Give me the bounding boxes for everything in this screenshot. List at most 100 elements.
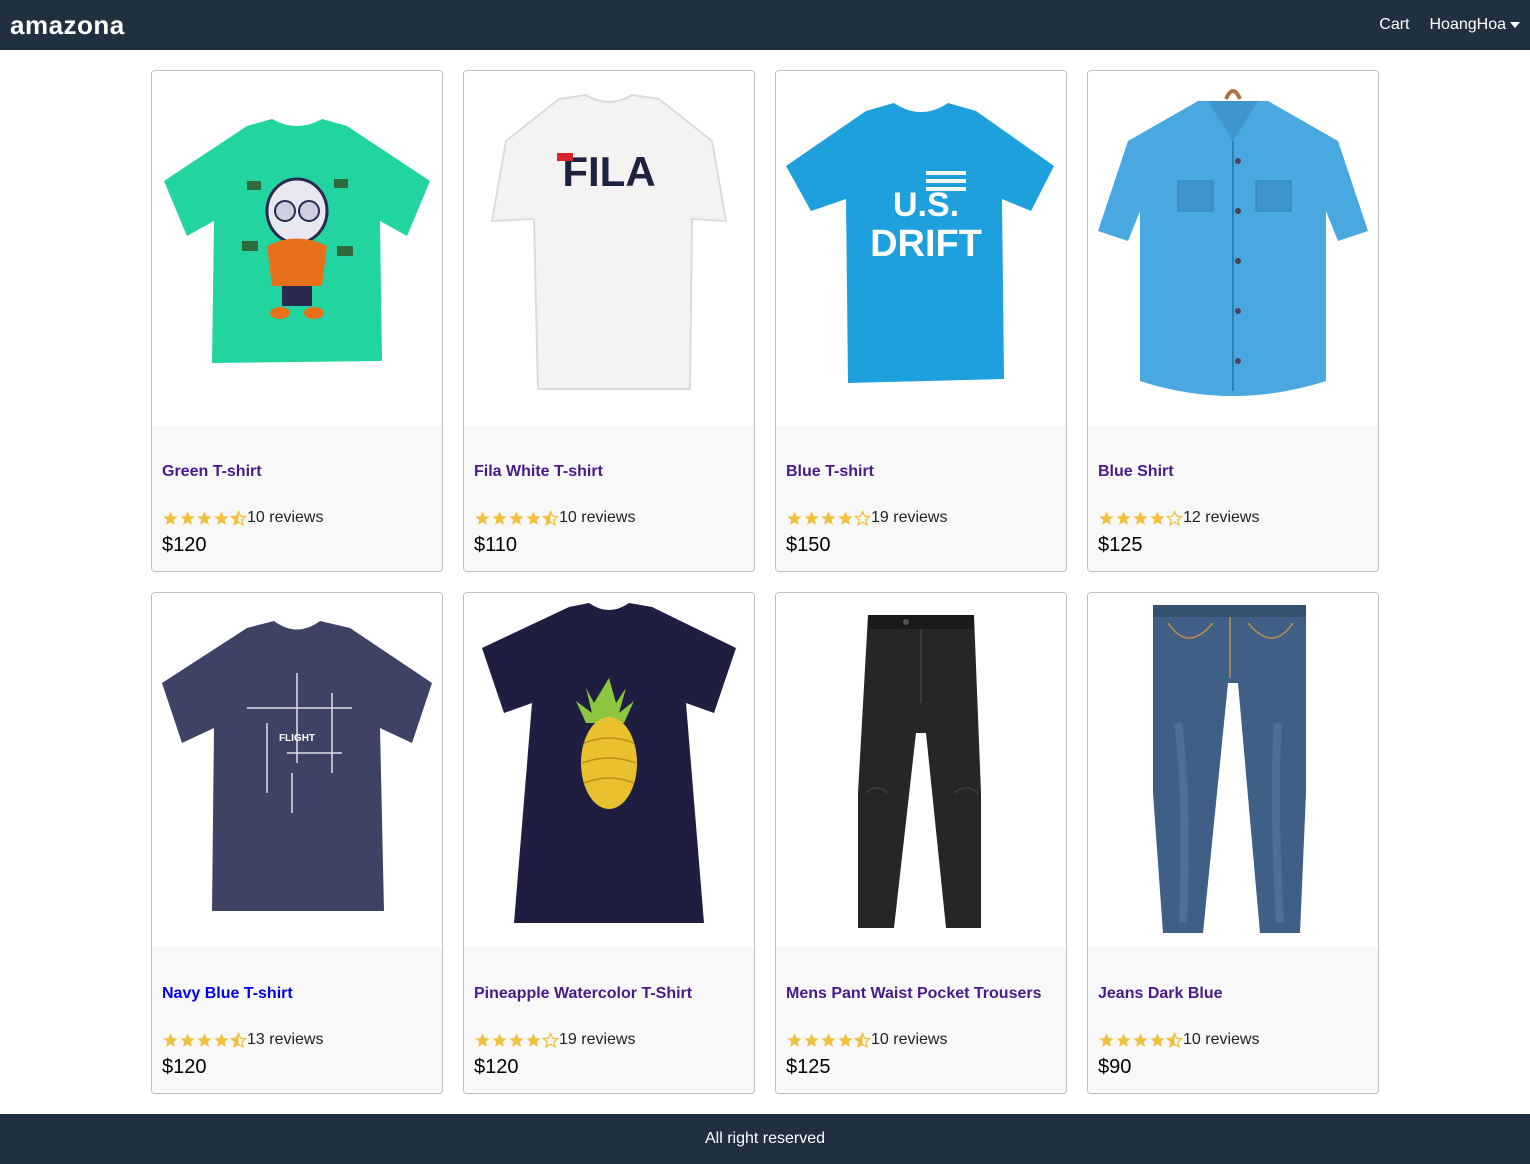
- star-full-icon: [838, 1032, 853, 1047]
- star-full-icon: [163, 510, 178, 525]
- rating-stars: [1098, 1031, 1183, 1049]
- rating-stars: [474, 1031, 559, 1049]
- product-card: FLIGHT Navy Blue T-shirt 13 reviews $120: [151, 592, 443, 1094]
- product-image-green-tshirt[interactable]: [152, 71, 442, 425]
- product-rating: 10 reviews: [162, 508, 432, 528]
- star-full-icon: [787, 510, 802, 525]
- star-full-icon: [214, 510, 229, 525]
- product-name-link[interactable]: Jeans Dark Blue: [1098, 985, 1368, 1005]
- star-empty-icon: [854, 509, 871, 526]
- user-menu-dropdown[interactable]: HoangHoa: [1430, 16, 1520, 34]
- product-price: $110: [474, 534, 518, 556]
- product-card: U.S. DRIFT Blue T-shirt 19 reviews $150: [775, 70, 1067, 572]
- product-rating: 19 reviews: [786, 508, 1056, 528]
- product-image-black-trousers[interactable]: [776, 593, 1066, 947]
- product-image-blue-shirt[interactable]: [1088, 71, 1378, 425]
- star-full-icon: [163, 1032, 178, 1047]
- product-price: $120: [162, 534, 207, 556]
- star-full-icon: [821, 510, 836, 525]
- star-full-icon: [1150, 1032, 1165, 1047]
- rating-stars: [162, 1031, 247, 1049]
- star-full-icon: [475, 1032, 490, 1047]
- star-full-icon: [1133, 510, 1148, 525]
- product-image-pineapple-tshirt[interactable]: [464, 593, 754, 947]
- star-full-icon: [475, 510, 490, 525]
- product-price: $125: [1098, 534, 1143, 556]
- footer: All right reserved: [0, 1114, 1530, 1164]
- product-image-fila-white-tshirt[interactable]: FILA: [464, 71, 754, 425]
- star-full-icon: [492, 510, 507, 525]
- star-full-icon: [214, 1032, 229, 1047]
- product-rating: 10 reviews: [786, 1030, 1056, 1050]
- star-empty-icon: [542, 1031, 559, 1048]
- caret-down-icon: [1510, 22, 1520, 28]
- star-full-icon: [821, 1032, 836, 1047]
- product-rating: 19 reviews: [474, 1030, 744, 1050]
- product-price: $125: [786, 1056, 831, 1078]
- svg-text:U.S.: U.S.: [893, 186, 959, 224]
- star-full-icon: [180, 510, 195, 525]
- star-half-icon: [230, 1031, 247, 1048]
- star-full-icon: [1099, 1032, 1114, 1047]
- reviews-count: 13 reviews: [247, 1031, 324, 1048]
- product-name-link[interactable]: Navy Blue T-shirt: [162, 985, 432, 1005]
- product-card: Mens Pant Waist Pocket Trousers 10 revie…: [775, 592, 1067, 1094]
- product-rating: 13 reviews: [162, 1030, 432, 1050]
- reviews-count: 19 reviews: [871, 509, 948, 526]
- reviews-count: 12 reviews: [1183, 509, 1260, 526]
- star-full-icon: [509, 510, 524, 525]
- product-card: Pineapple Watercolor T-Shirt 19 reviews …: [463, 592, 755, 1094]
- reviews-count: 10 reviews: [247, 509, 324, 526]
- rating-stars: [1098, 509, 1183, 527]
- product-card: FILA Fila White T-shirt 10 reviews $110: [463, 70, 755, 572]
- product-name-link[interactable]: Blue Shirt: [1098, 463, 1368, 483]
- product-price: $120: [162, 1056, 207, 1078]
- star-full-icon: [1099, 510, 1114, 525]
- star-half-icon: [1166, 1031, 1183, 1048]
- rating-stars: [474, 509, 559, 527]
- product-name-link[interactable]: Fila White T-shirt: [474, 463, 744, 483]
- product-card: Blue Shirt 12 reviews $125: [1087, 70, 1379, 572]
- product-grid: Green T-shirt 10 reviews $120 FILA Fila …: [151, 70, 1379, 1094]
- reviews-count: 10 reviews: [871, 1031, 948, 1048]
- reviews-count: 10 reviews: [1183, 1031, 1260, 1048]
- product-rating: 12 reviews: [1098, 508, 1368, 528]
- product-name-link[interactable]: Mens Pant Waist Pocket Trousers: [786, 985, 1056, 1005]
- product-card: Jeans Dark Blue 10 reviews $90: [1087, 592, 1379, 1094]
- star-half-icon: [230, 509, 247, 526]
- rating-stars: [786, 1031, 871, 1049]
- star-full-icon: [1150, 510, 1165, 525]
- product-price: $150: [786, 534, 831, 556]
- svg-text:FILA: FILA: [562, 148, 655, 195]
- star-full-icon: [509, 1032, 524, 1047]
- header: amazona Cart HoangHoa: [0, 0, 1530, 50]
- header-nav: Cart HoangHoa: [1379, 16, 1520, 34]
- star-full-icon: [526, 1032, 541, 1047]
- star-full-icon: [492, 1032, 507, 1047]
- product-name-link[interactable]: Green T-shirt: [162, 463, 432, 483]
- star-full-icon: [1116, 1032, 1131, 1047]
- product-rating: 10 reviews: [474, 508, 744, 528]
- product-image-navy-tshirt[interactable]: FLIGHT: [152, 593, 442, 947]
- reviews-count: 10 reviews: [559, 509, 636, 526]
- reviews-count: 19 reviews: [559, 1031, 636, 1048]
- star-full-icon: [804, 510, 819, 525]
- product-image-blue-jeans[interactable]: [1088, 593, 1378, 947]
- star-full-icon: [526, 510, 541, 525]
- footer-text: All right reserved: [704, 1130, 826, 1147]
- star-full-icon: [838, 510, 853, 525]
- product-name-link[interactable]: Pineapple Watercolor T-Shirt: [474, 985, 744, 1005]
- cart-link[interactable]: Cart: [1379, 16, 1409, 34]
- star-full-icon: [180, 1032, 195, 1047]
- product-price: $90: [1098, 1056, 1132, 1078]
- svg-text:DRIFT: DRIFT: [870, 223, 982, 265]
- product-name-link[interactable]: Blue T-shirt: [786, 463, 1056, 483]
- product-image-blue-tshirt[interactable]: U.S. DRIFT: [776, 71, 1066, 425]
- star-full-icon: [787, 1032, 802, 1047]
- star-half-icon: [542, 509, 559, 526]
- brand-logo-link[interactable]: amazona: [10, 10, 125, 41]
- svg-text:FLIGHT: FLIGHT: [279, 733, 315, 744]
- product-price: $120: [474, 1056, 519, 1078]
- star-half-icon: [854, 1031, 871, 1048]
- star-full-icon: [804, 1032, 819, 1047]
